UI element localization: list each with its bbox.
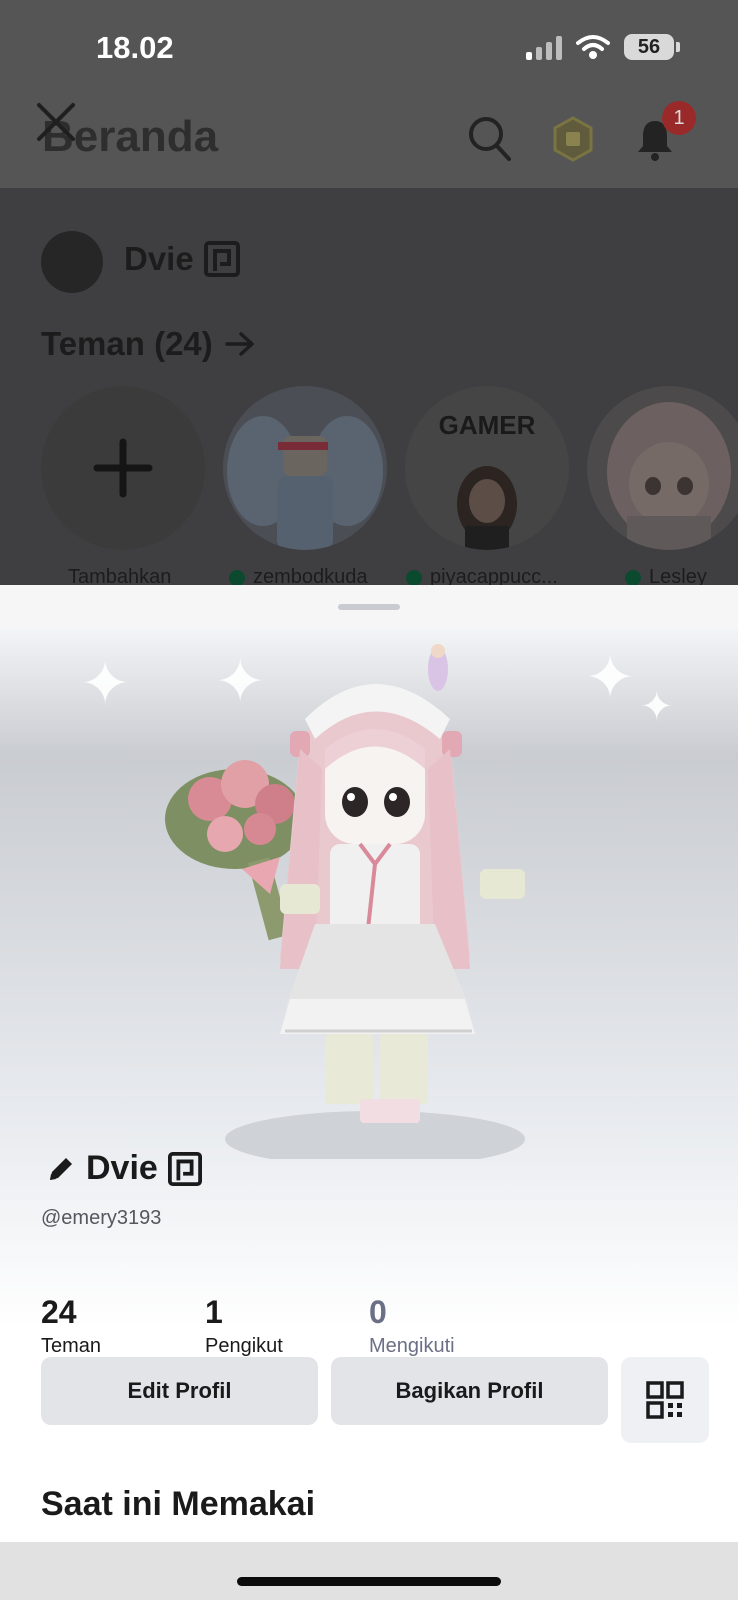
user-name: Dvie [124, 240, 194, 277]
friend-name: piyacappucc... [430, 566, 558, 585]
friend-avatar[interactable] [223, 386, 387, 550]
notification-badge: 1 [662, 101, 696, 135]
home-indicator[interactable] [237, 1577, 501, 1586]
friend-label: Tambahkan [68, 566, 171, 585]
stat-value: 1 [205, 1294, 223, 1330]
stat-value: 0 [369, 1294, 387, 1330]
edit-profile-button[interactable]: Edit Profil [41, 1357, 318, 1425]
home-background: 18.02 56 Beranda 1 Dvie Teman (24) GAMER… [0, 0, 738, 585]
profile-display-name: Dvie [86, 1149, 158, 1187]
friend-name: zembodkuda [253, 566, 368, 585]
friend-avatar-art [607, 402, 731, 550]
home-indicator-area [0, 1542, 738, 1600]
stat-friends[interactable]: 24 Teman [41, 1294, 101, 1358]
sparkle-decoration: ✦ [585, 644, 636, 711]
avatar-3d-model[interactable] [150, 639, 550, 1159]
friend-name: Tambahkan [68, 566, 172, 585]
status-time: 18.02 [96, 30, 174, 65]
premium-icon [167, 1151, 202, 1186]
stat-label: Teman [41, 1335, 102, 1357]
stat-label: Mengikuti [369, 1335, 455, 1357]
robux-icon[interactable] [551, 116, 595, 162]
friends-header[interactable]: Teman (24) [41, 325, 255, 363]
friend-avatar[interactable]: GAMER [405, 386, 569, 550]
sparkle-decoration: ✦ [640, 685, 674, 729]
gamer-text: GAMER [439, 410, 536, 440]
online-status-dot [625, 569, 641, 585]
stat-value: 24 [41, 1294, 77, 1330]
search-icon[interactable] [468, 116, 512, 162]
user-avatar[interactable] [41, 231, 103, 293]
friend-avatar[interactable] [587, 386, 738, 550]
stat-followers[interactable]: 1 Pengikut [205, 1294, 283, 1358]
friend-avatar-art: GAMER [439, 410, 536, 550]
share-profile-button[interactable]: Bagikan Profil [331, 1357, 608, 1425]
wifi-icon [576, 35, 610, 59]
friend-label: zembodkuda [229, 566, 368, 585]
qr-code-icon [646, 1381, 684, 1419]
profile-sheet: ✦ ✦ ✦ ✦ Dvie @emery3193 24 Teman 1 Pengi… [0, 585, 738, 1600]
sheet-grabber[interactable] [338, 604, 400, 610]
stat-label: Pengikut [205, 1335, 283, 1357]
friends-header-label: Teman (24) [41, 325, 213, 362]
online-status-dot [229, 569, 245, 585]
online-status-dot [406, 569, 422, 585]
home-header: 18.02 56 Beranda 1 [0, 0, 738, 188]
currently-wearing-title: Saat ini Memakai [41, 1485, 316, 1523]
profile-username: @emery3193 [41, 1207, 162, 1229]
close-icon[interactable] [34, 100, 78, 144]
cellular-signal-icon [526, 34, 562, 60]
user-name-row[interactable]: Dvie [124, 240, 240, 278]
stat-following[interactable]: 0 Mengikuti [369, 1294, 455, 1358]
qr-code-button[interactable] [621, 1357, 709, 1443]
status-icons: 56 [526, 34, 680, 60]
friend-label: Lesley [625, 566, 707, 585]
pencil-icon[interactable] [46, 1154, 76, 1184]
plus-icon [93, 438, 153, 498]
friend-name: Lesley [649, 566, 707, 585]
add-friend-button[interactable] [41, 386, 205, 550]
profile-name-row[interactable]: Dvie [46, 1149, 202, 1188]
battery-indicator: 56 [624, 34, 680, 60]
friend-label: piyacappucc... [406, 566, 558, 585]
friend-avatar-art [227, 416, 383, 550]
avatar-stage: ✦ ✦ ✦ ✦ Dvie @emery3193 24 Teman 1 Pengi… [0, 629, 738, 1357]
sparkle-decoration: ✦ [80, 650, 131, 717]
sheet-handle-area[interactable] [0, 585, 738, 629]
premium-icon [203, 241, 240, 277]
arrow-right-icon [225, 332, 254, 356]
